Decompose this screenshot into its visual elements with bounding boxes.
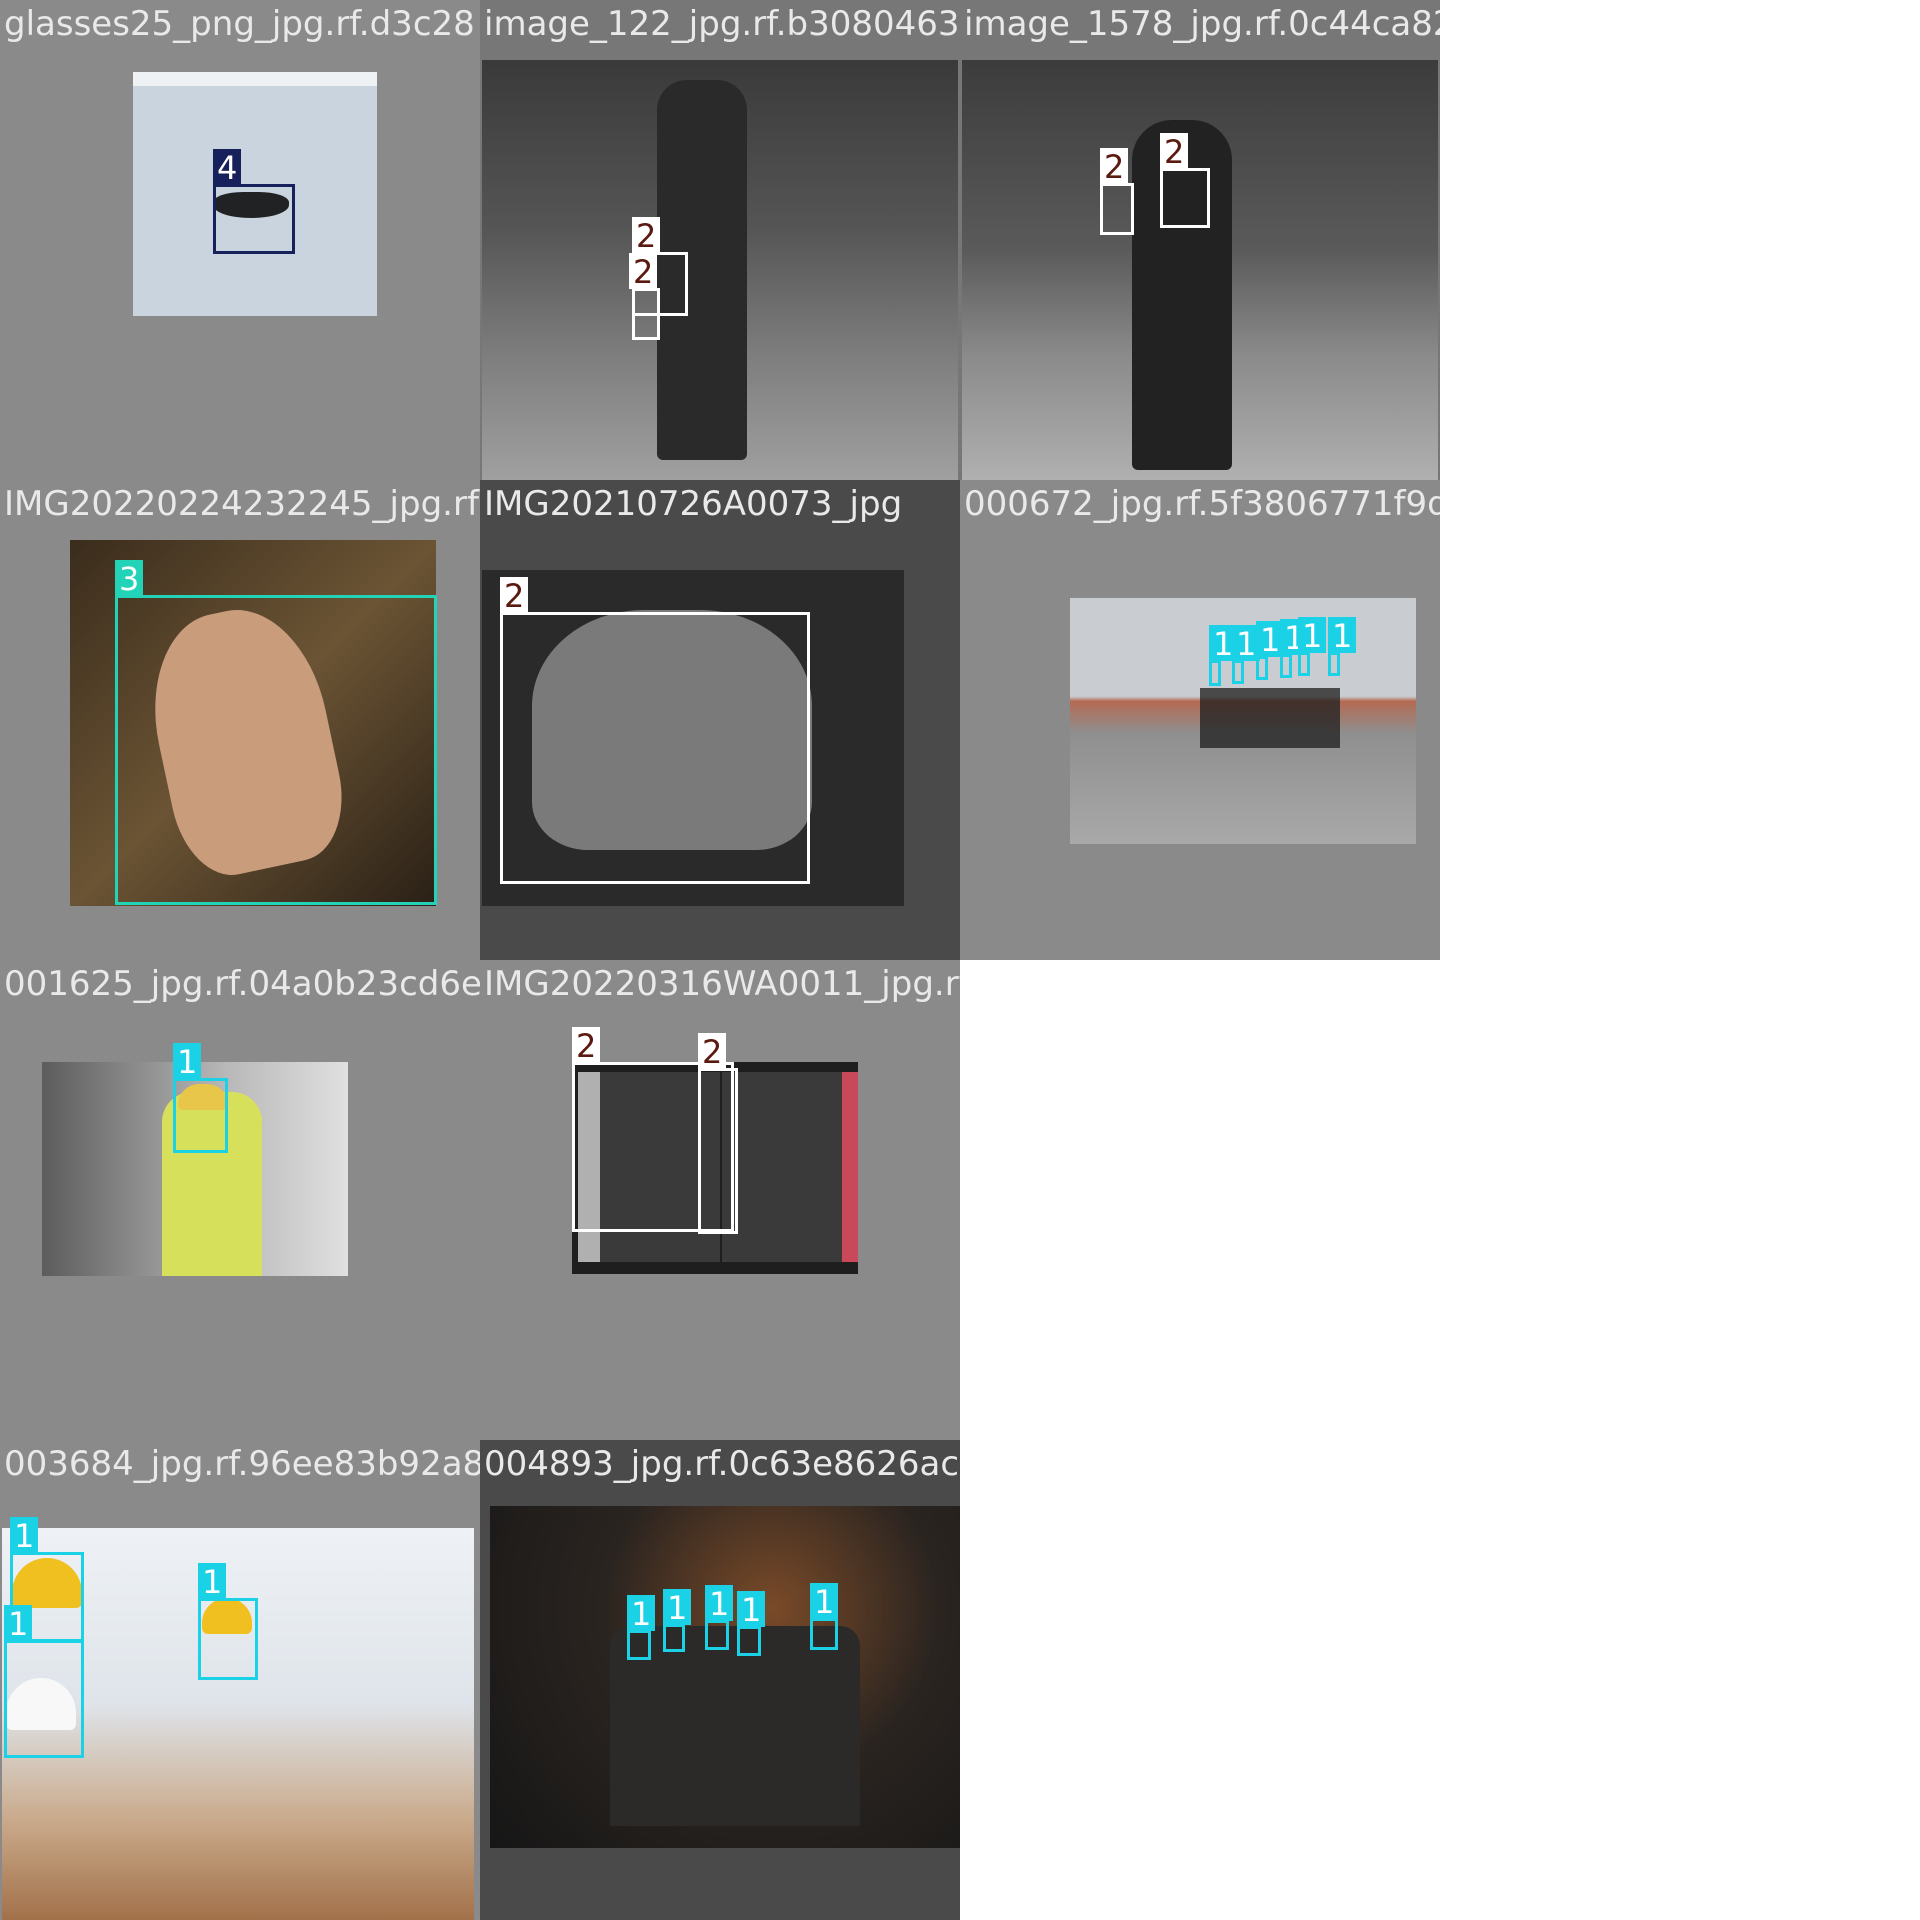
- tile-work-gloves[interactable]: 2 2 IMG20220316WA0011_jpg.rf.ddd8e7098f4…: [480, 960, 960, 1440]
- bbox-label: 1: [198, 1563, 227, 1601]
- tile-worker-helmet[interactable]: 2 2 image_1578_jpg.rf.0c44ca82: [960, 0, 1440, 480]
- cloth-fold: [133, 72, 377, 86]
- bbox-label: 1: [1298, 617, 1327, 655]
- bbox-label: 1: [663, 1589, 692, 1627]
- bbox: 1: [1256, 621, 1285, 680]
- bbox: 1: [1298, 617, 1327, 676]
- bbox: 1: [4, 1605, 84, 1758]
- bbox: 1: [810, 1583, 839, 1650]
- bbox: 2: [500, 577, 810, 884]
- bbox: 1: [173, 1043, 228, 1153]
- bbox: 1: [737, 1591, 766, 1656]
- bbox-label: 1: [4, 1605, 33, 1643]
- bbox-label: 2: [632, 217, 661, 255]
- bbox-label: 1: [627, 1595, 656, 1633]
- bbox: 4: [213, 149, 295, 254]
- tile-title: image_1578_jpg.rf.0c44ca82: [964, 4, 1440, 44]
- bbox-label: 4: [213, 149, 242, 187]
- bbox: 2: [1160, 133, 1210, 228]
- bbox: 2: [629, 253, 660, 340]
- tile-glove[interactable]: 2 IMG20210726A0073_jpg: [480, 480, 960, 960]
- bbox-label: 2: [500, 577, 529, 615]
- bbox: 2: [1100, 148, 1134, 235]
- bbox-label: 2: [572, 1027, 601, 1065]
- glove-right-shape: [722, 1072, 858, 1262]
- bbox: 1: [663, 1589, 692, 1652]
- tile-title: IMG20220316WA0011_jpg.rf.ddd8e7098f48d: [484, 964, 960, 1004]
- bbox: 1: [1280, 619, 1309, 678]
- tile-foundry-workers[interactable]: 1 1 1 1 1 004893_jpg.rf.0c63e8626ac2d472…: [480, 1440, 960, 1920]
- tile-title: glasses25_png_jpg.rf.d3c28: [4, 4, 475, 44]
- bbox-label: 1: [705, 1585, 734, 1623]
- photo-worker-street: [482, 60, 958, 480]
- bbox-label: 2: [1160, 133, 1189, 171]
- tile-crowd-site[interactable]: 1 1 1 1 1 1 000672_jpg.rf.5f3806771f9d03…: [960, 480, 1440, 960]
- tile-title: 003684_jpg.rf.96ee83b92a8: [4, 1444, 480, 1484]
- bbox: 2: [698, 1033, 738, 1234]
- bbox-label: 3: [115, 560, 144, 598]
- tile-glasses[interactable]: 4 glasses25_png_jpg.rf.d3c28: [0, 0, 480, 480]
- bbox-label: 2: [629, 253, 658, 291]
- tile-title: IMG20210726A0073_jpg: [484, 484, 903, 524]
- bbox: 1: [1209, 625, 1238, 686]
- bbox-label: 2: [698, 1033, 727, 1071]
- tile-hand[interactable]: 3 IMG20220224232245_jpg.rf.: [0, 480, 480, 960]
- tile-construction-workers[interactable]: 1 1 1 003684_jpg.rf.96ee83b92a8: [0, 1440, 480, 1920]
- bbox-label: 1: [737, 1591, 766, 1629]
- bbox-label: 1: [1328, 617, 1357, 655]
- tile-title: 004893_jpg.rf.0c63e8626ac2d4720eab3fbfc5…: [484, 1444, 960, 1484]
- bbox-label: 1: [10, 1517, 39, 1555]
- people-shape: [1200, 688, 1340, 748]
- bbox: 3: [115, 560, 437, 905]
- photo-foundry-workers: [490, 1506, 960, 1848]
- bbox-label: 1: [810, 1583, 839, 1621]
- bbox: 1: [1328, 617, 1357, 676]
- photo-worker-helmet: [962, 60, 1438, 480]
- tile-forklift-worker[interactable]: 1 001625_jpg.rf.04a0b23cd6e: [0, 960, 480, 1440]
- bbox: 1: [627, 1595, 656, 1660]
- tile-title: IMG20220224232245_jpg.rf.: [4, 484, 480, 524]
- bbox-label: 2: [1100, 148, 1129, 186]
- bbox: 1: [705, 1585, 734, 1650]
- bbox-label: 1: [173, 1043, 202, 1081]
- tile-title: 000672_jpg.rf.5f3806771f9d035f436900ae: [964, 484, 1440, 524]
- bbox: 1: [1232, 625, 1261, 684]
- tile-title: image_122_jpg.rf.b3080463: [484, 4, 960, 44]
- bbox: 1: [198, 1563, 258, 1680]
- tile-title: 001625_jpg.rf.04a0b23cd6e: [4, 964, 480, 1004]
- tile-worker-street[interactable]: 2 2 image_122_jpg.rf.b3080463: [480, 0, 960, 480]
